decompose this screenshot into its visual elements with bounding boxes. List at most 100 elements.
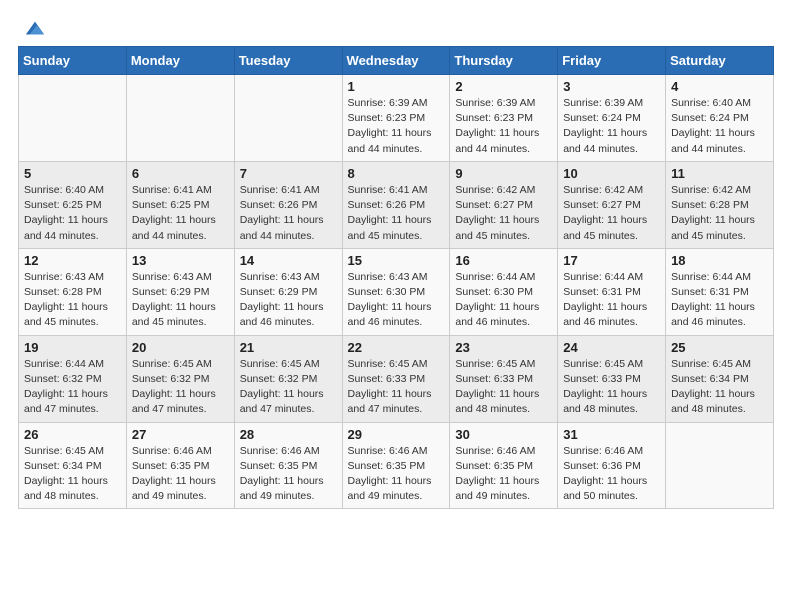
day-number: 10 <box>563 166 660 181</box>
day-number: 24 <box>563 340 660 355</box>
day-info: Sunrise: 6:39 AM Sunset: 6:24 PM Dayligh… <box>563 96 660 157</box>
calendar-day-cell: 27 Sunrise: 6:46 AM Sunset: 6:35 PM Dayli… <box>126 422 234 509</box>
calendar-day-cell: 29Sunrise: 6:46 AM Sunset: 6:35 PM Dayli… <box>342 422 450 509</box>
calendar-day-cell: 1Sunrise: 6:39 AM Sunset: 6:23 PM Daylig… <box>342 75 450 162</box>
calendar-day-cell: 26 Sunrise: 6:45 AM Sunset: 6:34 PM Dayli… <box>19 422 127 509</box>
day-info: Sunrise: 6:45 AM Sunset: 6:32 PM Dayligh… <box>132 357 229 418</box>
day-info: Sunrise: 6:40 AM Sunset: 6:25 PM Dayligh… <box>24 183 121 244</box>
day-number: 23 <box>455 340 552 355</box>
logo-icon <box>24 18 46 40</box>
calendar-day-cell <box>666 422 774 509</box>
calendar-day-cell: 25 Sunrise: 6:45 AM Sunset: 6:34 PM Dayli… <box>666 335 774 422</box>
day-number: 21 <box>240 340 337 355</box>
day-number: 28 <box>240 427 337 442</box>
day-number: 6 <box>132 166 229 181</box>
day-of-week-header: Monday <box>126 47 234 75</box>
day-info: Sunrise: 6:45 AM Sunset: 6:32 PM Dayligh… <box>240 357 337 418</box>
day-info: Sunrise: 6:44 AM Sunset: 6:31 PM Dayligh… <box>671 270 768 331</box>
logo <box>22 18 46 40</box>
calendar-week-row: 5 Sunrise: 6:40 AM Sunset: 6:25 PM Daylig… <box>19 161 774 248</box>
day-of-week-header: Saturday <box>666 47 774 75</box>
day-number: 20 <box>132 340 229 355</box>
day-info: Sunrise: 6:44 AM Sunset: 6:30 PM Dayligh… <box>455 270 552 331</box>
day-info: Sunrise: 6:44 AM Sunset: 6:31 PM Dayligh… <box>563 270 660 331</box>
calendar-day-cell <box>19 75 127 162</box>
day-info: Sunrise: 6:42 AM Sunset: 6:27 PM Dayligh… <box>455 183 552 244</box>
calendar-day-cell: 8Sunrise: 6:41 AM Sunset: 6:26 PM Daylig… <box>342 161 450 248</box>
calendar-week-row: 26 Sunrise: 6:45 AM Sunset: 6:34 PM Dayli… <box>19 422 774 509</box>
day-info: Sunrise: 6:46 AM Sunset: 6:36 PM Dayligh… <box>563 444 660 505</box>
day-number: 14 <box>240 253 337 268</box>
calendar-day-cell: 13 Sunrise: 6:43 AM Sunset: 6:29 PM Dayli… <box>126 248 234 335</box>
day-info: Sunrise: 6:46 AM Sunset: 6:35 PM Dayligh… <box>455 444 552 505</box>
day-info: Sunrise: 6:42 AM Sunset: 6:27 PM Dayligh… <box>563 183 660 244</box>
day-number: 19 <box>24 340 121 355</box>
day-info: Sunrise: 6:46 AM Sunset: 6:35 PM Dayligh… <box>132 444 229 505</box>
day-of-week-header: Tuesday <box>234 47 342 75</box>
day-number: 13 <box>132 253 229 268</box>
day-number: 26 <box>24 427 121 442</box>
day-info: Sunrise: 6:45 AM Sunset: 6:34 PM Dayligh… <box>671 357 768 418</box>
calendar-day-cell: 24 Sunrise: 6:45 AM Sunset: 6:33 PM Dayli… <box>558 335 666 422</box>
calendar-day-cell: 30 Sunrise: 6:46 AM Sunset: 6:35 PM Dayli… <box>450 422 558 509</box>
day-number: 16 <box>455 253 552 268</box>
day-info: Sunrise: 6:45 AM Sunset: 6:33 PM Dayligh… <box>563 357 660 418</box>
calendar-day-cell: 21 Sunrise: 6:45 AM Sunset: 6:32 PM Dayli… <box>234 335 342 422</box>
calendar-table: SundayMondayTuesdayWednesdayThursdayFrid… <box>18 46 774 509</box>
calendar-day-cell: 5 Sunrise: 6:40 AM Sunset: 6:25 PM Daylig… <box>19 161 127 248</box>
calendar-day-cell <box>234 75 342 162</box>
day-info: Sunrise: 6:41 AM Sunset: 6:25 PM Dayligh… <box>132 183 229 244</box>
day-info: Sunrise: 6:43 AM Sunset: 6:28 PM Dayligh… <box>24 270 121 331</box>
day-number: 25 <box>671 340 768 355</box>
day-info: Sunrise: 6:45 AM Sunset: 6:34 PM Dayligh… <box>24 444 121 505</box>
day-of-week-header: Wednesday <box>342 47 450 75</box>
day-number: 7 <box>240 166 337 181</box>
calendar-day-cell: 14 Sunrise: 6:43 AM Sunset: 6:29 PM Dayli… <box>234 248 342 335</box>
day-info: Sunrise: 6:39 AM Sunset: 6:23 PM Dayligh… <box>455 96 552 157</box>
calendar-day-cell: 17 Sunrise: 6:44 AM Sunset: 6:31 PM Dayli… <box>558 248 666 335</box>
day-number: 27 <box>132 427 229 442</box>
calendar-day-cell: 15Sunrise: 6:43 AM Sunset: 6:30 PM Dayli… <box>342 248 450 335</box>
day-number: 12 <box>24 253 121 268</box>
calendar-day-cell: 12 Sunrise: 6:43 AM Sunset: 6:28 PM Dayli… <box>19 248 127 335</box>
calendar-day-cell: 10 Sunrise: 6:42 AM Sunset: 6:27 PM Dayli… <box>558 161 666 248</box>
calendar-day-cell: 3 Sunrise: 6:39 AM Sunset: 6:24 PM Daylig… <box>558 75 666 162</box>
calendar-week-row: 12 Sunrise: 6:43 AM Sunset: 6:28 PM Dayli… <box>19 248 774 335</box>
day-info: Sunrise: 6:42 AM Sunset: 6:28 PM Dayligh… <box>671 183 768 244</box>
calendar-week-row: 19Sunrise: 6:44 AM Sunset: 6:32 PM Dayli… <box>19 335 774 422</box>
day-of-week-header: Sunday <box>19 47 127 75</box>
day-info: Sunrise: 6:45 AM Sunset: 6:33 PM Dayligh… <box>455 357 552 418</box>
day-info: Sunrise: 6:46 AM Sunset: 6:35 PM Dayligh… <box>240 444 337 505</box>
day-number: 31 <box>563 427 660 442</box>
day-number: 15 <box>348 253 445 268</box>
calendar-day-cell: 9 Sunrise: 6:42 AM Sunset: 6:27 PM Daylig… <box>450 161 558 248</box>
calendar-day-cell <box>126 75 234 162</box>
calendar-day-cell: 4Sunrise: 6:40 AM Sunset: 6:24 PM Daylig… <box>666 75 774 162</box>
calendar-day-cell: 20 Sunrise: 6:45 AM Sunset: 6:32 PM Dayli… <box>126 335 234 422</box>
day-number: 30 <box>455 427 552 442</box>
day-info: Sunrise: 6:43 AM Sunset: 6:29 PM Dayligh… <box>240 270 337 331</box>
calendar-day-cell: 31 Sunrise: 6:46 AM Sunset: 6:36 PM Dayli… <box>558 422 666 509</box>
calendar-day-cell: 7 Sunrise: 6:41 AM Sunset: 6:26 PM Daylig… <box>234 161 342 248</box>
calendar-day-cell: 18Sunrise: 6:44 AM Sunset: 6:31 PM Dayli… <box>666 248 774 335</box>
day-number: 22 <box>348 340 445 355</box>
day-info: Sunrise: 6:40 AM Sunset: 6:24 PM Dayligh… <box>671 96 768 157</box>
day-number: 1 <box>348 79 445 94</box>
day-info: Sunrise: 6:41 AM Sunset: 6:26 PM Dayligh… <box>348 183 445 244</box>
day-info: Sunrise: 6:43 AM Sunset: 6:29 PM Dayligh… <box>132 270 229 331</box>
day-number: 3 <box>563 79 660 94</box>
calendar-header-row: SundayMondayTuesdayWednesdayThursdayFrid… <box>19 47 774 75</box>
calendar-week-row: 1 Sunrise: 6:39 AM Sunset: 6:23 PM Daylig… <box>19 75 774 162</box>
calendar-day-cell: 23 Sunrise: 6:45 AM Sunset: 6:33 PM Dayli… <box>450 335 558 422</box>
day-of-week-header: Thursday <box>450 47 558 75</box>
day-number: 17 <box>563 253 660 268</box>
day-info: Sunrise: 6:41 AM Sunset: 6:26 PM Dayligh… <box>240 183 337 244</box>
calendar-day-cell: 2 Sunrise: 6:39 AM Sunset: 6:23 PM Daylig… <box>450 75 558 162</box>
page-header <box>10 10 782 46</box>
day-number: 2 <box>455 79 552 94</box>
day-info: Sunrise: 6:45 AM Sunset: 6:33 PM Dayligh… <box>348 357 445 418</box>
calendar-day-cell: 19Sunrise: 6:44 AM Sunset: 6:32 PM Dayli… <box>19 335 127 422</box>
day-of-week-header: Friday <box>558 47 666 75</box>
day-number: 9 <box>455 166 552 181</box>
day-number: 5 <box>24 166 121 181</box>
